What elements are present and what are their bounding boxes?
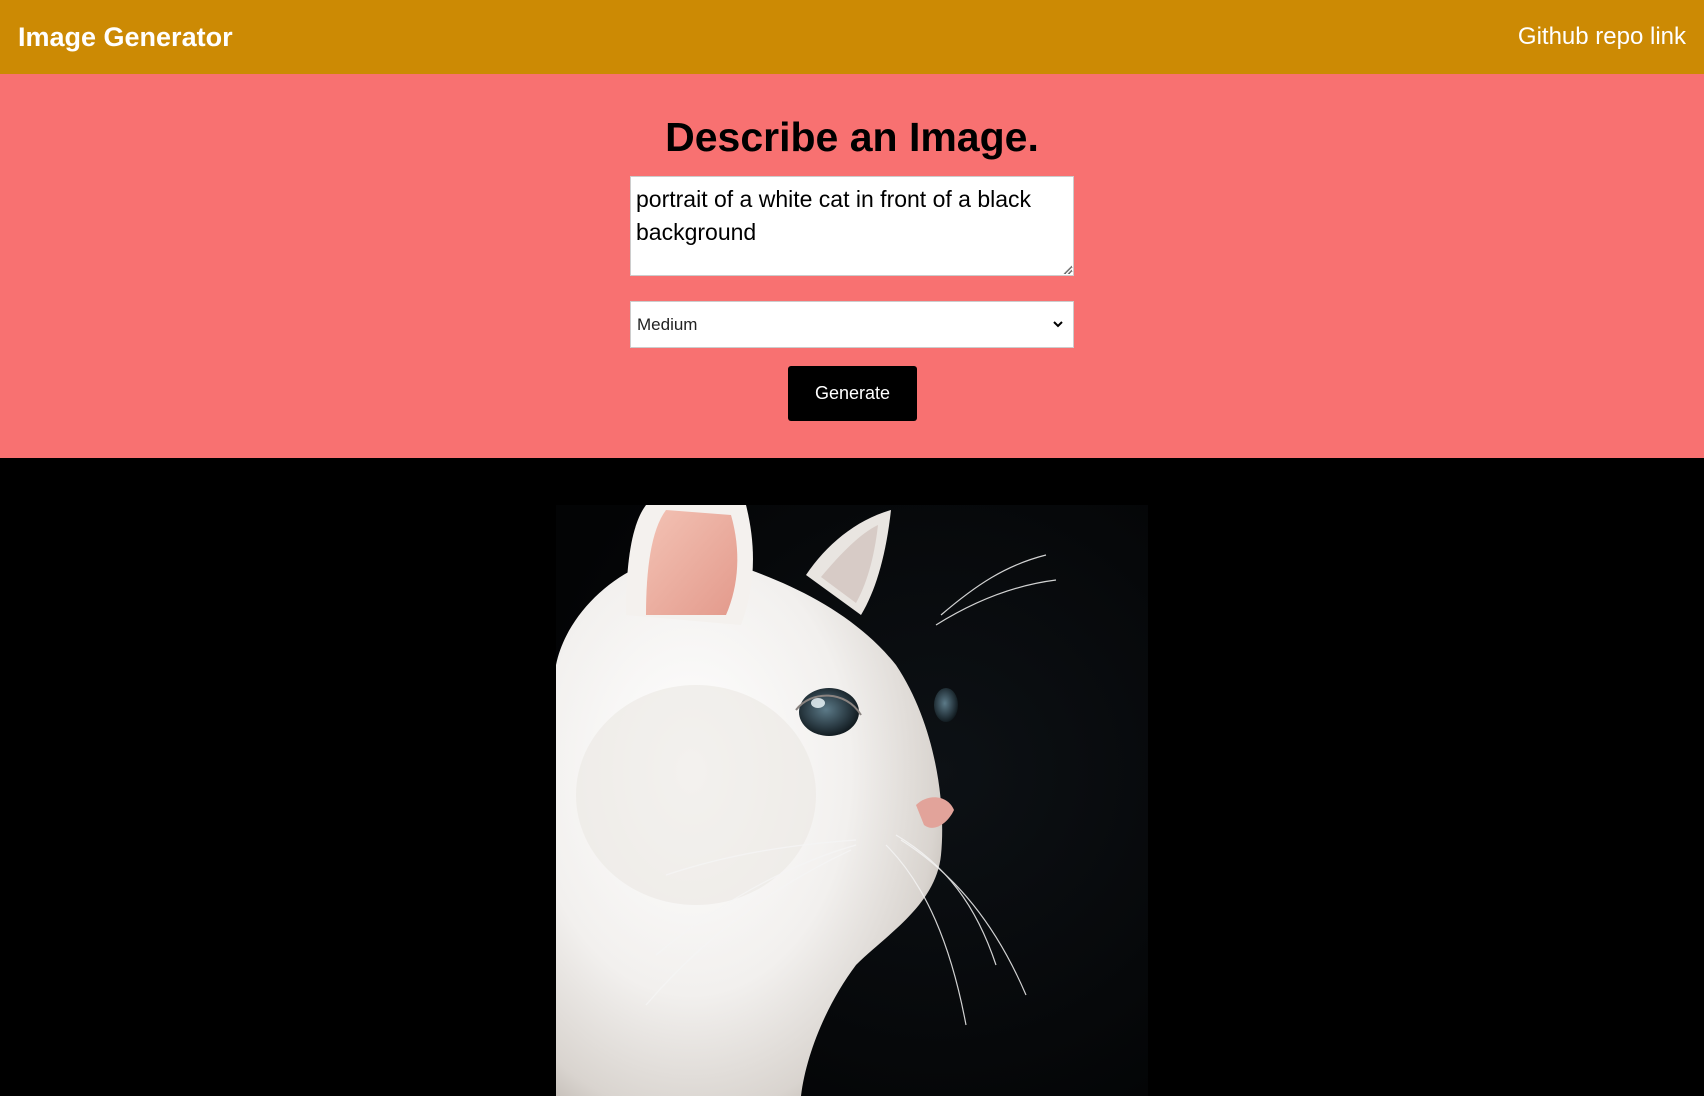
chevron-down-icon <box>1053 321 1063 328</box>
size-select-value: Medium <box>637 314 698 334</box>
prompt-textarea[interactable]: portrait of a white cat in front of a bl… <box>630 176 1074 276</box>
cat-illustration <box>556 505 1148 1096</box>
generated-cat-image <box>556 505 1148 1096</box>
github-repo-link[interactable]: Github repo link <box>1518 23 1686 51</box>
brand-title[interactable]: Image Generator <box>18 22 233 53</box>
image-size-select[interactable]: Medium <box>630 301 1074 348</box>
page-heading: Describe an Image. <box>665 114 1039 160</box>
generate-button[interactable]: Generate <box>788 366 917 421</box>
resize-handle-icon[interactable] <box>1062 264 1072 274</box>
navbar: Image Generator Github repo link <box>0 0 1704 74</box>
